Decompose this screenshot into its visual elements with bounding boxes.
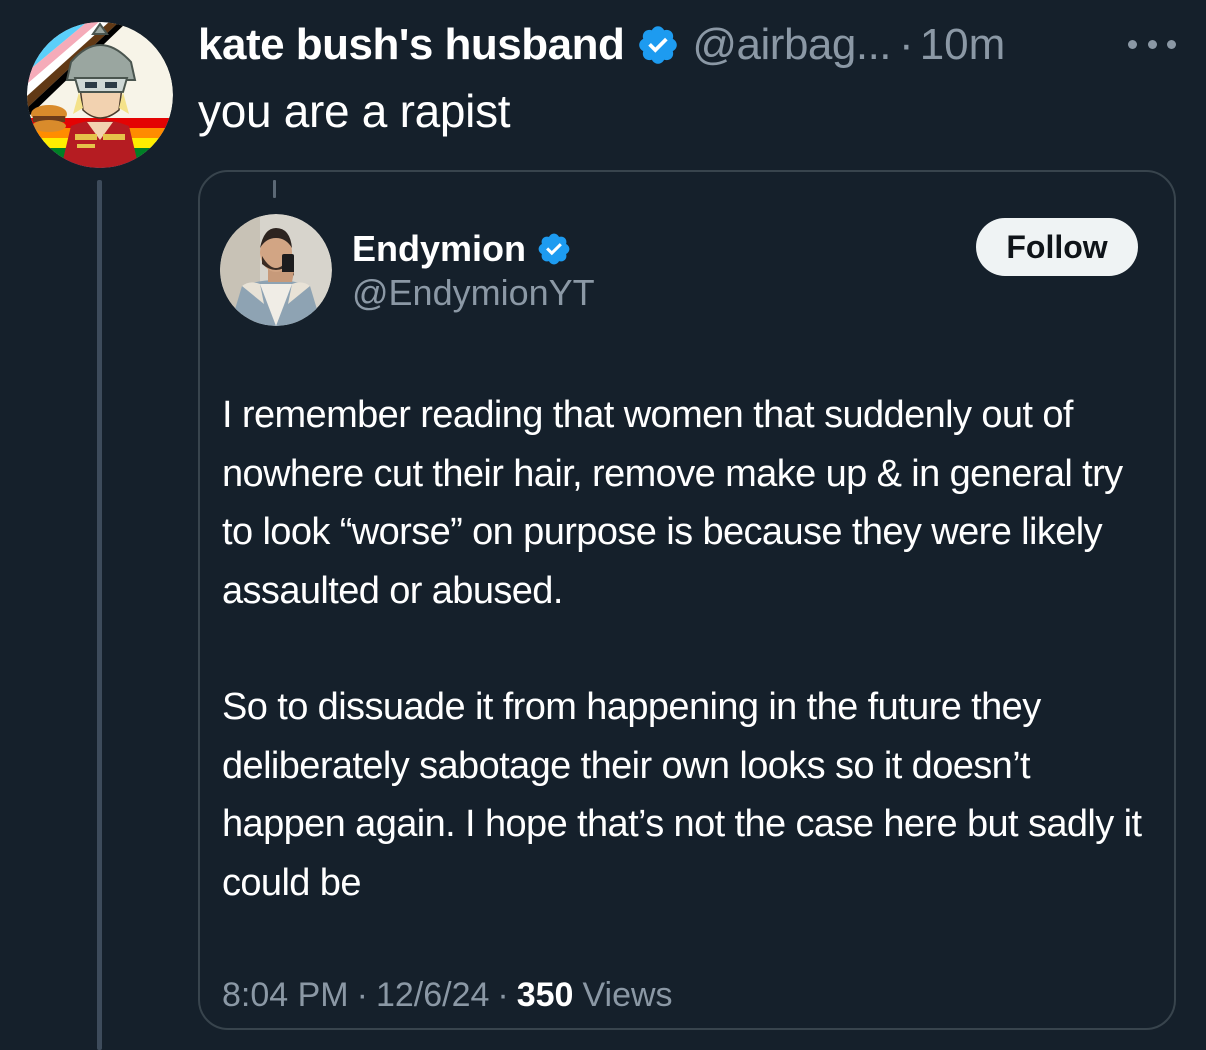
tweet-page: kate bush's husband @airbag... · 10m you…: [0, 0, 1206, 1050]
views-count[interactable]: 350: [517, 976, 574, 1015]
quoted-tweet-text: I remember reading that women that sudde…: [222, 386, 1162, 912]
reply-author-avatar[interactable]: [27, 22, 173, 168]
reply-timestamp[interactable]: 10m: [920, 20, 1006, 70]
verified-badge-icon: [536, 231, 572, 267]
quoted-time[interactable]: 8:04 PM: [222, 976, 349, 1015]
quoted-paragraph: So to dissuade it from happening in the …: [222, 686, 1142, 904]
follow-button[interactable]: Follow: [976, 218, 1138, 276]
quoted-author-avatar[interactable]: [220, 214, 332, 326]
quoted-paragraph: I remember reading that women that sudde…: [222, 394, 1123, 612]
reply-author-handle[interactable]: @airbag...: [692, 20, 891, 70]
thread-line: [97, 180, 102, 1050]
meta-separator: ·: [356, 976, 368, 1014]
reply-text: you are a rapist: [198, 85, 511, 137]
quoted-tweet-meta: 8:04 PM · 12/6/24 · 350 Views: [222, 976, 673, 1015]
meta-separator: ·: [497, 976, 509, 1014]
quoted-tweet-card[interactable]: Endymion @EndymionYT Follow I remember r…: [198, 170, 1176, 1030]
reply-header: kate bush's husband @airbag... · 10m: [198, 18, 1005, 72]
quote-connector: [273, 180, 276, 198]
views-label[interactable]: Views: [582, 976, 672, 1015]
quoted-author-handle[interactable]: @EndymionYT: [352, 272, 595, 314]
verified-badge-icon: [636, 23, 680, 67]
header-separator: ·: [899, 20, 914, 69]
quoted-author-row: Endymion: [352, 228, 572, 270]
more-horizontal-icon: [1128, 39, 1137, 49]
reply-author-name[interactable]: kate bush's husband: [198, 20, 625, 70]
quoted-author-name[interactable]: Endymion: [352, 228, 526, 270]
more-options-button[interactable]: [1128, 32, 1176, 56]
quoted-date[interactable]: 12/6/24: [376, 976, 489, 1015]
